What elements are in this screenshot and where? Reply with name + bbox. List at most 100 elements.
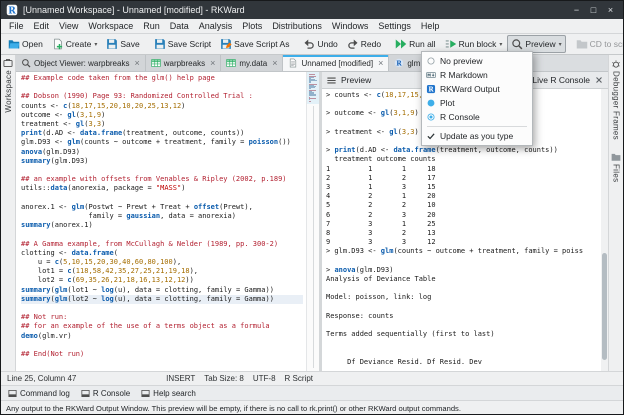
maximize-icon[interactable]: □ (586, 2, 601, 18)
editor-line-21[interactable]: u = c(5,10,15,20,30,40,60,80,100), (21, 258, 303, 267)
code-area[interactable]: ## Example code taken from the glm() hel… (16, 72, 319, 359)
console-line-24[interactable] (326, 303, 598, 312)
menu-help[interactable]: Help (416, 21, 445, 31)
editor-line-20[interactable]: clotting <- data.frame( (21, 249, 303, 258)
pane-menu-icon[interactable] (326, 75, 337, 86)
console-line-29[interactable] (326, 349, 598, 358)
preview-menu-item-update-as-you-type[interactable]: Update as you type (422, 129, 532, 143)
console-line-26[interactable] (326, 321, 598, 330)
menu-file[interactable]: File (4, 21, 29, 31)
tab-my-data[interactable]: my.data× (221, 55, 283, 71)
editor-line-8[interactable]: glm.D93 <- glm(counts ~ outcome + treatm… (21, 138, 303, 147)
editor-line-7[interactable]: print(d.AD <- data.frame(treatment, outc… (21, 129, 303, 138)
redo-button[interactable]: Redo (343, 35, 385, 53)
console-scrollbar[interactable] (601, 89, 608, 371)
console-line-9[interactable]: 1 1 1 18 (326, 165, 598, 174)
editor-line-16[interactable]: family = gaussian, data = anorexia) (21, 212, 303, 221)
menu-plots[interactable]: Plots (237, 21, 267, 31)
menu-settings[interactable]: Settings (373, 21, 416, 31)
editor-line-26[interactable] (21, 304, 303, 313)
preview-menu-item-plot[interactable]: Plot (422, 96, 532, 110)
editor-line-9[interactable]: anova(glm.D93) (21, 148, 303, 157)
editor-line-2[interactable] (21, 83, 303, 92)
console-line-23[interactable]: Model: poisson, link: log (326, 293, 598, 302)
preview-menu-item-no-preview[interactable]: No preview (422, 54, 532, 68)
preview-menu-item-r-console[interactable]: R Console (422, 110, 532, 124)
minimap-scrollbar[interactable] (306, 72, 319, 371)
menu-workspace[interactable]: Workspace (83, 21, 138, 31)
console-line-15[interactable]: 7 3 1 25 (326, 220, 598, 229)
editor-line-25[interactable]: summary(glm(lot2 ~ log(u), data = clotti… (21, 295, 303, 304)
console-line-18[interactable]: > glm.D93 <- glm(counts ~ outcome + trea… (326, 247, 598, 256)
editor-line-27[interactable]: ## Not run: (21, 313, 303, 322)
toolview-workspace[interactable]: Workspace (3, 58, 13, 113)
toolview-r-console[interactable]: R Console (77, 388, 134, 399)
editor-line-24[interactable]: summary(glm(lot1 ~ log(u), data = clotti… (21, 286, 303, 295)
save-button[interactable]: Save (102, 35, 143, 53)
editor-line-23[interactable]: lot2 = c(69,35,26,21,18,16,13,12,12)) (21, 276, 303, 285)
editor-line-1[interactable]: ## Example code taken from the glm() hel… (21, 74, 303, 83)
tab-warpbreaks[interactable]: warpbreaks× (146, 55, 222, 71)
console-line-16[interactable]: 8 3 2 13 (326, 229, 598, 238)
editor-line-11[interactable] (21, 166, 303, 175)
console-line-28[interactable] (326, 339, 598, 348)
open-button[interactable]: Open (4, 35, 47, 53)
menu-run[interactable]: Run (138, 21, 165, 31)
console-line-17[interactable]: 9 3 3 12 (326, 238, 598, 247)
editor-line-10[interactable]: summary(glm.D93) (21, 157, 303, 166)
preview-menu-item-rkward-output[interactable]: RRKWard Output (422, 82, 532, 96)
editor-line-6[interactable]: treatment <- gl(3,3) (21, 120, 303, 129)
tab-size-button[interactable]: Tab Size: 8 (204, 374, 244, 383)
tab-close-icon[interactable]: × (378, 59, 383, 67)
undo-button[interactable]: Undo (299, 35, 341, 53)
menu-edit[interactable]: Edit (29, 21, 55, 31)
console-line-8[interactable]: treatment outcome counts (326, 155, 598, 164)
preview-menu-item-r-markdown[interactable]: R Markdown (422, 68, 532, 82)
menu-data[interactable]: Data (165, 21, 194, 31)
editor-line-12[interactable]: ## an example with offsets from Venables… (21, 175, 303, 184)
editor-line-28[interactable]: ## for an example of the use of a terms … (21, 322, 303, 331)
console-line-21[interactable]: Analysis of Deviance Table (326, 275, 598, 284)
console-line-22[interactable] (326, 284, 598, 293)
console-line-7[interactable]: > print(d.AD <- data.frame(treatment, ou… (326, 146, 598, 155)
close-icon[interactable]: × (603, 2, 618, 18)
editor-line-17[interactable]: summary(anorex.1) (21, 221, 303, 230)
editor-line-13[interactable]: utils::data(anorexia, package = "MASS") (21, 184, 303, 193)
editor-line-29[interactable]: demo(glm.vr) (21, 332, 303, 341)
editor-line-22[interactable]: lot1 = c(118,58,42,35,27,25,21,19,18), (21, 267, 303, 276)
editor-line-3[interactable]: ## Dobson (1990) Page 93: Randomized Con… (21, 92, 303, 101)
editor-line-30[interactable] (21, 341, 303, 350)
console-line-27[interactable]: Terms added sequentially (first to last) (326, 330, 598, 339)
filetype-button[interactable]: R Script (285, 374, 313, 383)
tab-close-icon[interactable]: × (272, 59, 277, 67)
console-scrollbar-thumb[interactable] (602, 253, 607, 360)
console-line-19[interactable] (326, 257, 598, 266)
toolview-debugger-frames[interactable]: Debugger Frames (611, 59, 621, 140)
tab-object-viewer-warpbreaks[interactable]: Object Viewer: warpbreaks× (16, 55, 146, 71)
tab-close-icon[interactable]: × (134, 59, 139, 67)
script-editor-pane[interactable]: ## Example code taken from the glm() hel… (16, 72, 319, 371)
toolview-files[interactable]: Files (611, 152, 621, 182)
insert-mode-button[interactable]: INSERT (166, 374, 195, 383)
tab-close-icon[interactable]: × (210, 59, 215, 67)
save-script-as-button[interactable]: Save Script As (216, 35, 293, 53)
save-script-button[interactable]: Save Script (150, 35, 215, 53)
toolview-help-search[interactable]: Help search (137, 388, 200, 399)
tab-unnamed-modified[interactable]: Unnamed [modified]× (283, 55, 389, 71)
console-line-12[interactable]: 4 2 1 20 (326, 192, 598, 201)
editor-line-4[interactable]: counts <- c(18,17,15,20,10,20,25,13,12) (21, 102, 303, 111)
console-line-11[interactable]: 3 1 3 15 (326, 183, 598, 192)
editor-line-31[interactable]: ## End(Not run) (21, 350, 303, 359)
editor-line-15[interactable]: anorex.1 <- glm(Postwt ~ Prewt + Treat +… (21, 203, 303, 212)
create-button[interactable]: Create▾ (48, 35, 102, 53)
console-line-14[interactable]: 6 2 3 20 (326, 211, 598, 220)
title-bar[interactable]: R [Unnamed Workspace] - Unnamed [modifie… (1, 1, 623, 19)
editor-line-18[interactable] (21, 230, 303, 239)
console-line-10[interactable]: 2 1 2 17 (326, 174, 598, 183)
console-line-20[interactable]: > anova(glm.D93) (326, 266, 598, 275)
editor-line-5[interactable]: outcome <- gl(3,1,9) (21, 111, 303, 120)
console-line-30[interactable]: Df Deviance Resid. Df Resid. Dev (326, 358, 598, 367)
menu-windows[interactable]: Windows (327, 21, 374, 31)
menu-analysis[interactable]: Analysis (194, 21, 238, 31)
menu-view[interactable]: View (54, 21, 83, 31)
